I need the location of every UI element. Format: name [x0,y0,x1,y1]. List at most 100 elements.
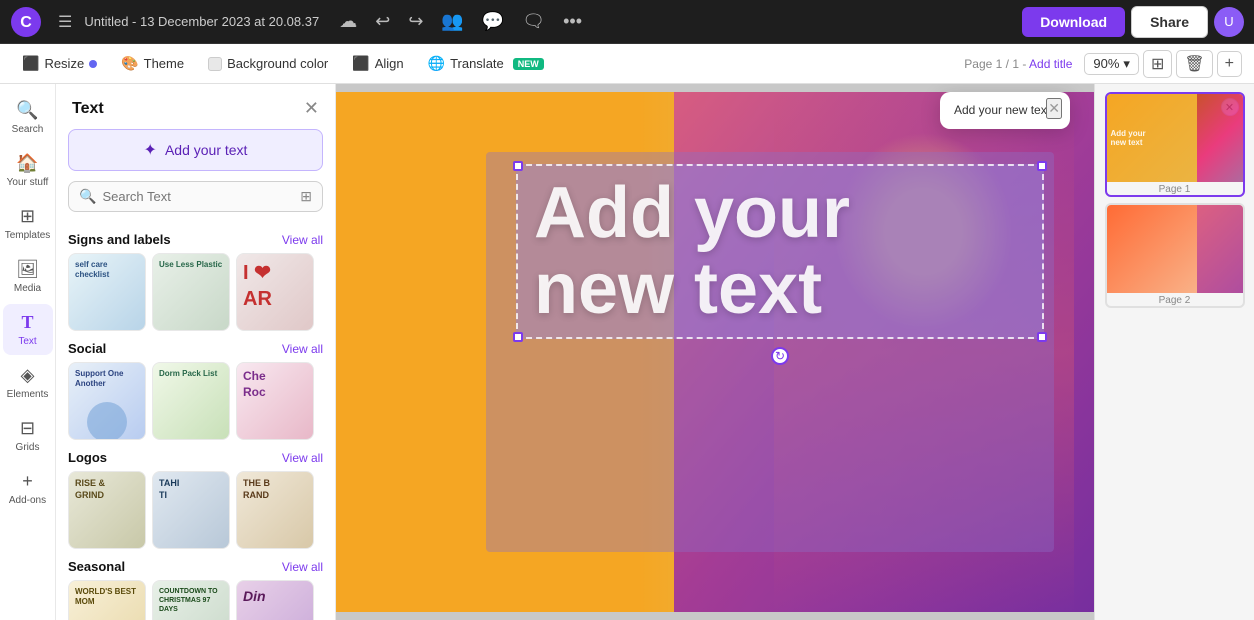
seasonal-view-all[interactable]: View all [282,560,323,574]
text-line1: Add your [534,176,1026,252]
thumbnail-page2[interactable]: Page 2 [1105,203,1245,308]
activity-button[interactable]: 🗨 [516,7,551,36]
elements-icon: ◈ [21,365,35,386]
search-input[interactable] [102,189,294,204]
social-grid: Support One Another Dorm Pack List CheRo… [68,362,323,440]
thumbnail-label2: Page 2 [1107,295,1243,306]
redo-icon: ↪ [408,11,423,32]
sidebar-item-text[interactable]: T Text [3,304,53,355]
text-element[interactable]: Add your new text ↻ [516,164,1044,339]
template-card-selfcare[interactable]: self care checklist [68,253,146,331]
signs-labels-view-all[interactable]: View all [282,233,323,247]
template-card-the[interactable]: THE BRAND [236,471,314,549]
thumbnail-preview2 [1107,205,1245,293]
tooltip-text: Add your new text [954,103,1050,117]
panel-close-button[interactable]: ✕ [304,98,319,119]
zoom-control[interactable]: 90% ▾ [1084,53,1139,75]
translate-label: Translate [450,56,504,71]
seasonal-grid: WORLD'S BEST MOM COUNTDOWN TO CHRISTMAS … [68,580,323,620]
template-card-diner[interactable]: Din [236,580,314,620]
template-card-dorm[interactable]: Dorm Pack List [152,362,230,440]
theme-label: Theme [144,56,184,71]
add-ons-icon: + [22,471,33,492]
panel-title: Text [72,100,104,118]
sidebar-item-grids[interactable]: ⊟ Grids [3,410,53,461]
align-icon: ⬛ [352,55,369,72]
add-title-link[interactable]: Add title [1029,57,1072,71]
sidebar-item-add-ons[interactable]: + Add-ons [3,463,53,514]
sidebar-item-label: Templates [5,230,51,241]
page-info: Page 1 / 1 - Add title [964,57,1072,71]
translate-button[interactable]: 🌐 Translate NEW [418,51,554,76]
logos-view-all[interactable]: View all [282,451,323,465]
secondary-toolbar: ⬛ Resize 🎨 Theme Background color ⬛ Alig… [0,44,1254,84]
sidebar-toggle-button[interactable]: ☰ [52,8,78,36]
template-card-art[interactable]: I ❤AR [236,253,314,331]
resize-handle-br[interactable] [1037,332,1047,342]
social-title: Social [68,341,106,356]
search-icon: 🔍 [16,100,38,121]
text-icon: T [21,312,33,333]
add-text-tooltip: ✕ Add your new text [940,92,1070,129]
resize-handle-bl[interactable] [513,332,523,342]
add-text-button[interactable]: ✦ Add your text [68,129,323,171]
theme-icon: 🎨 [121,55,138,72]
rotate-handle[interactable]: ↻ [771,347,789,365]
resize-button[interactable]: ⬛ Resize [12,51,107,76]
sidebar-item-label: Grids [16,442,40,453]
template-card-christmas[interactable]: COUNTDOWN TO CHRISTMAS 97 DAYS [152,580,230,620]
undo-button[interactable]: ↩ [369,7,396,36]
social-view-all[interactable]: View all [282,342,323,356]
avatar[interactable]: U [1214,7,1244,37]
search-icon: 🔍 [79,188,96,205]
resize-handle-tr[interactable] [1037,161,1047,171]
more-icon: ••• [563,11,582,32]
trash-button[interactable]: 🗑 [1176,50,1212,78]
document-title: Untitled - 13 December 2023 at 20.08.37 [84,14,319,29]
sidebar-item-media[interactable]: 🖼 Media [3,251,53,302]
text-line2: new text [534,252,1026,328]
cloud-save-button[interactable]: ☁ [333,7,363,36]
sidebar-item-search[interactable]: 🔍 Search [3,92,53,143]
share-button[interactable]: Share [1131,6,1208,38]
add-page-button[interactable]: + [1217,51,1242,77]
logos-grid: RISE &GRIND TAHITI THE BRAND [68,471,323,549]
comments-button[interactable]: 💬 [476,7,510,36]
app-logo[interactable]: C [10,6,42,38]
template-card-mom[interactable]: WORLD'S BEST MOM [68,580,146,620]
sidebar-item-label: Media [14,283,41,294]
template-card-support[interactable]: Support One Another [68,362,146,440]
align-button[interactable]: ⬛ Align [342,51,413,76]
logos-title: Logos [68,450,107,465]
background-color-button[interactable]: Background color [198,52,338,75]
activity-icon: 🗨 [522,11,545,32]
svg-text:C: C [20,14,32,31]
template-card-rise[interactable]: RISE &GRIND [68,471,146,549]
template-card-plastic[interactable]: Use Less Plastic [152,253,230,331]
tooltip-close-button[interactable]: ✕ [1046,98,1062,119]
templates-icon: ⊞ [20,206,35,227]
seasonal-header: Seasonal View all [68,559,323,574]
template-card-tahiti[interactable]: TAHITI [152,471,230,549]
signs-labels-title: Signs and labels [68,232,171,247]
resize-handle-tl[interactable] [513,161,523,171]
social-header: Social View all [68,341,323,356]
download-button[interactable]: Download [1022,7,1125,37]
theme-button[interactable]: 🎨 Theme [111,51,194,76]
zoom-value: 90% [1093,56,1119,71]
sidebar-item-templates[interactable]: ⊞ Templates [3,198,53,249]
sidebar-item-your-stuff[interactable]: 🏠 Your stuff [3,145,53,196]
grid-view-button[interactable]: ⊞ [1143,50,1172,78]
thumbnail-page1[interactable]: ✕ Add yournew text Page 1 [1105,92,1245,197]
resize-label: Resize [44,56,84,71]
translate-new-badge: NEW [513,58,544,70]
panel-scroll: Signs and labels View all self care chec… [56,222,335,620]
resize-icon: ⬛ [22,55,39,72]
collaborators-button[interactable]: 👥 [435,7,469,36]
filter-icon[interactable]: ⊞ [300,188,312,205]
redo-button[interactable]: ↪ [402,7,429,36]
sidebar-item-elements[interactable]: ◈ Elements [3,357,53,408]
search-bar: 🔍 ⊞ [68,181,323,212]
more-button[interactable]: ••• [557,7,588,36]
template-card-rock[interactable]: CheRoc [236,362,314,440]
